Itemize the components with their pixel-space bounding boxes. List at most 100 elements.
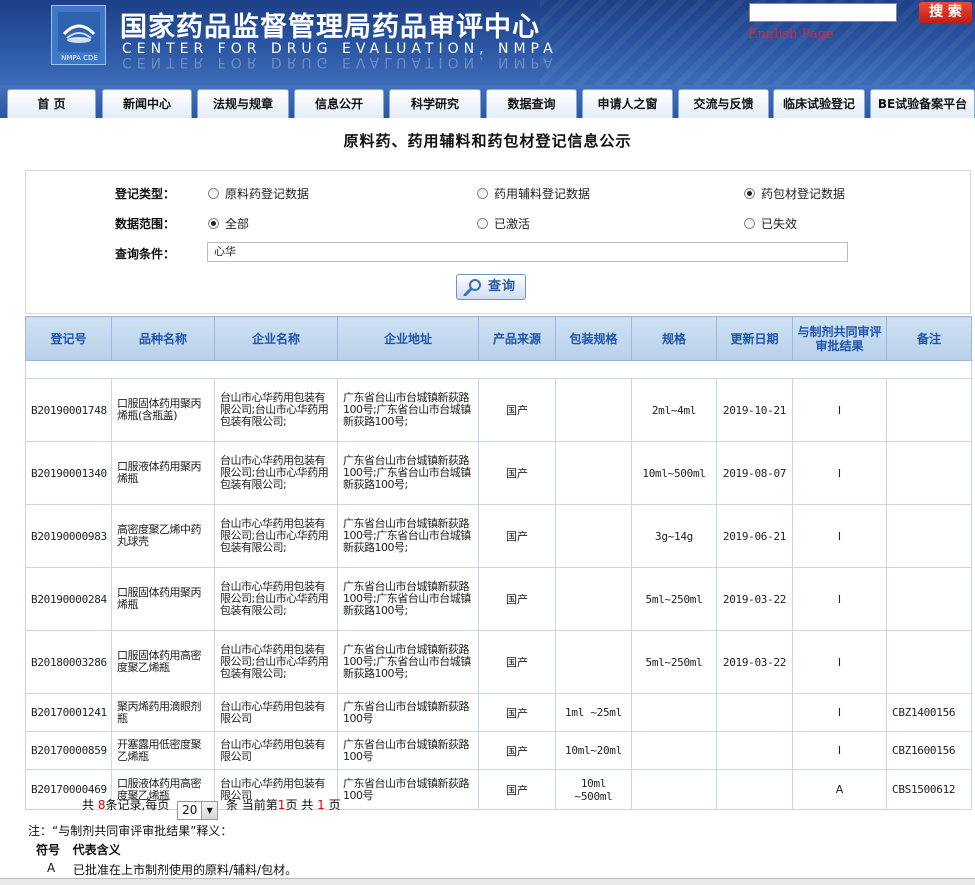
radio-type-packaging[interactable]: 药包材登记数据: [744, 185, 845, 202]
cell-product-name[interactable]: 口服液体药用聚丙烯瓶: [111, 441, 215, 505]
site-search-button[interactable]: 搜 索: [919, 2, 972, 23]
table-row[interactable]: B20180003286 口服固体药用高密度聚乙烯瓶 台山市心华药用包装有限公司…: [25, 630, 972, 694]
pager-text: 页 共: [285, 798, 314, 812]
col-header-source[interactable]: 产品来源: [478, 316, 556, 361]
cell-reg-no[interactable]: B20190001340: [25, 441, 112, 505]
nav-home[interactable]: 首 页: [7, 89, 96, 118]
notes-header: 符号 代表含义: [36, 843, 121, 857]
radio-button-checked-icon: [744, 188, 755, 199]
main-nav: 首 页 新闻中心 法规与规章 信息公开 科学研究 数据查询 申请人之窗 交流与反…: [0, 85, 975, 118]
cell-company: 台山市心华药用包装有限公司;台山市心华药用包装有限公司;: [214, 378, 338, 442]
col-header-product-name[interactable]: 品种名称: [111, 316, 215, 361]
cell-product-name[interactable]: 口服固体药用聚丙烯瓶(含瓶盖): [111, 378, 215, 442]
cell-remark: [886, 567, 972, 631]
logo-text: NMPA CDE: [61, 54, 98, 62]
cell-review-result: I: [792, 441, 887, 505]
cell-source: 国产: [478, 567, 556, 631]
cell-spec: 2ml~4ml: [631, 378, 717, 442]
col-header-spec[interactable]: 规格: [631, 316, 717, 361]
scope-label: 数据范围：: [115, 217, 176, 231]
cell-address: 广东省台山市台城镇新荻路100号: [337, 731, 479, 770]
cell-update-date: 2019-06-21: [716, 504, 793, 568]
cell-remark: [886, 630, 972, 694]
cell-review-result: I: [792, 630, 887, 694]
cell-source: 国产: [478, 504, 556, 568]
cell-reg-no[interactable]: B20170000859: [25, 731, 112, 770]
cell-reg-no[interactable]: B20190001748: [25, 378, 112, 442]
radio-button-icon: [477, 218, 488, 229]
magnifier-icon: [463, 279, 481, 296]
radio-scope-active[interactable]: 已激活: [477, 215, 530, 232]
cell-review-result: I: [792, 731, 887, 770]
english-page-link[interactable]: English Page: [748, 27, 834, 42]
cell-product-name[interactable]: 聚丙烯药用滴眼剂瓶: [111, 693, 215, 732]
condition-input[interactable]: 心华: [207, 242, 848, 262]
cell-update-date: [716, 731, 793, 770]
col-header-package[interactable]: 包装规格: [555, 316, 632, 361]
nav-news[interactable]: 新闻中心: [102, 89, 192, 118]
cell-source: 国产: [478, 693, 556, 732]
cell-company: 台山市心华药用包装有限公司: [214, 731, 338, 770]
cell-reg-no[interactable]: B20190000284: [25, 567, 112, 631]
query-button[interactable]: 查询: [456, 274, 526, 300]
cell-address: 广东省台山市台城镇新荻路100号;广东省台山市台城镇新荻路100号;: [337, 567, 479, 631]
cell-reg-no[interactable]: B20180003286: [25, 630, 112, 694]
table-row[interactable]: B20170001241 聚丙烯药用滴眼剂瓶 台山市心华药用包装有限公司 广东省…: [25, 693, 972, 732]
col-header-reg-no[interactable]: 登记号: [25, 316, 112, 361]
cell-package: 10ml~20ml: [555, 731, 632, 770]
nav-applicant-window[interactable]: 申请人之窗: [582, 89, 673, 118]
cell-remark: [886, 441, 972, 505]
logo-emblem-icon: [58, 12, 100, 52]
site-logo[interactable]: NMPA CDE: [51, 5, 106, 65]
radio-scope-expired[interactable]: 已失效: [744, 215, 797, 232]
nav-regulations[interactable]: 法规与规章: [197, 89, 289, 118]
type-label: 登记类型：: [115, 187, 176, 201]
radio-scope-all[interactable]: 全部: [208, 215, 249, 232]
cell-spec: 5ml~250ml: [631, 630, 717, 694]
cell-review-result: A: [792, 769, 887, 810]
col-header-address[interactable]: 企业地址: [337, 316, 479, 361]
nav-info-disclosure[interactable]: 信息公开: [294, 89, 384, 118]
cell-update-date: 2019-10-21: [716, 378, 793, 442]
cell-product-name[interactable]: 口服固体药用聚丙烯瓶: [111, 567, 215, 631]
site-title-cn: 国家药品监督管理局药品审评中心: [120, 12, 540, 43]
cell-company: 台山市心华药用包装有限公司;台山市心华药用包装有限公司;: [214, 630, 338, 694]
col-header-update-date[interactable]: 更新日期: [716, 316, 793, 361]
notes-row: A 已批准在上市制剂使用的原料/辅料/包材。: [47, 861, 298, 877]
cell-spec: [631, 769, 717, 810]
col-header-remark[interactable]: 备注: [886, 316, 972, 361]
cell-source: 国产: [478, 441, 556, 505]
page-size-select[interactable]: 20 ▼: [177, 801, 219, 820]
table-row[interactable]: B20190001340 口服液体药用聚丙烯瓶 台山市心华药用包装有限公司;台山…: [25, 441, 972, 505]
notes-title: 注：“与制剂共同审评审批结果”释义：: [28, 824, 233, 838]
table-row[interactable]: B20190001748 口服固体药用聚丙烯瓶(含瓶盖) 台山市心华药用包装有限…: [25, 378, 972, 442]
cell-package: [555, 567, 632, 631]
cell-product-name[interactable]: 开塞露用低密度聚乙烯瓶: [111, 731, 215, 770]
cell-address: 广东省台山市台城镇新荻路100号: [337, 769, 479, 810]
nav-data-query[interactable]: 数据查询: [486, 89, 577, 118]
radio-type-api[interactable]: 原料药登记数据: [208, 185, 309, 202]
cell-product-name[interactable]: 高密度聚乙烯中药丸球壳: [111, 504, 215, 568]
cell-reg-no[interactable]: B20190000983: [25, 504, 112, 568]
col-header-company[interactable]: 企业名称: [214, 316, 338, 361]
radio-type-excipient[interactable]: 药用辅料登记数据: [477, 185, 590, 202]
cell-review-result: I: [792, 693, 887, 732]
table-row[interactable]: B20190000983 高密度聚乙烯中药丸球壳 台山市心华药用包装有限公司;台…: [25, 504, 972, 568]
cell-update-date: [716, 693, 793, 732]
nav-clinical-trial[interactable]: 临床试验登记: [773, 89, 865, 118]
cell-package: 1ml ~25ml: [555, 693, 632, 732]
nav-be-platform[interactable]: BE试验备案平台: [870, 89, 975, 118]
cell-product-name[interactable]: 口服固体药用高密度聚乙烯瓶: [111, 630, 215, 694]
cell-reg-no[interactable]: B20170001241: [25, 693, 112, 732]
table-row[interactable]: B20170000859 开塞露用低密度聚乙烯瓶 台山市心华药用包装有限公司 广…: [25, 731, 972, 770]
site-search-input[interactable]: [749, 3, 897, 22]
nav-research[interactable]: 科学研究: [389, 89, 481, 118]
pager-text: 页: [328, 798, 341, 812]
table-row[interactable]: B20190000284 口服固体药用聚丙烯瓶 台山市心华药用包装有限公司;台山…: [25, 567, 972, 631]
cell-update-date: [716, 769, 793, 810]
nav-feedback[interactable]: 交流与反馈: [678, 89, 769, 118]
cell-review-result: I: [792, 567, 887, 631]
cell-address: 广东省台山市台城镇新荻路100号;广东省台山市台城镇新荻路100号;: [337, 630, 479, 694]
col-header-review-result[interactable]: 与制剂共同审评审批结果: [792, 316, 887, 361]
cell-remark: CBZ1600156: [886, 731, 972, 770]
